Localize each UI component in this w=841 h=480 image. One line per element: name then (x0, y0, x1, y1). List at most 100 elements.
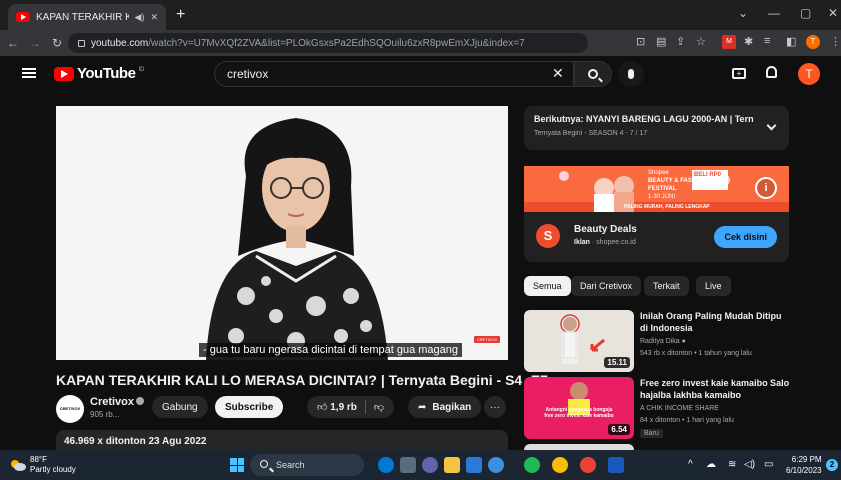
video-thumbnail[interactable]: Antangni gangsaba bongsja free zero inve… (524, 377, 634, 439)
minimize-button[interactable]: — (768, 6, 780, 20)
subscribe-button[interactable]: Subscribe (215, 396, 284, 418)
restore-button[interactable]: ▢ (800, 6, 811, 20)
join-button[interactable]: Gabung (152, 396, 208, 418)
browser-profile-avatar[interactable]: T (806, 35, 820, 49)
clear-search-icon[interactable]: ✕ (552, 65, 564, 82)
weather-temperature[interactable]: 88°F (30, 455, 47, 464)
recommended-video[interactable]: 15.11 Inilah Orang Paling Mudah Ditipu d… (524, 310, 814, 374)
share-icon: ➦ (418, 401, 427, 413)
recommended-channel: A CHIK INCOME SHARE (640, 405, 719, 412)
new-badge: Baru (640, 429, 663, 438)
recommended-title[interactable]: Free zero invest kaie kamaibo Salo hajal… (640, 377, 790, 401)
channel-name[interactable]: Cretivox (90, 396, 145, 408)
bookmark-star-icon[interactable]: ☆ (696, 35, 706, 48)
chrome-profile-icon[interactable] (580, 457, 596, 473)
subscribe-label: Subscribe (225, 401, 274, 413)
chip-live[interactable]: Live (696, 276, 731, 296)
up-next-title: Berikutnya: NYANYI BARENG LAGU 2000-AN |… (534, 114, 754, 124)
dislike-icon[interactable]: 👎︎ (374, 401, 384, 413)
browser-menu-icon[interactable]: ⋮ (830, 35, 841, 48)
file-explorer-icon[interactable] (444, 457, 460, 473)
search-input[interactable]: cretivox (214, 61, 574, 87)
media-queue-icon[interactable]: ≡ (764, 35, 770, 47)
channel-avatar[interactable]: CRETIVOX (56, 395, 84, 423)
recommended-channel-name: Raditya Dika (640, 338, 680, 345)
tray-chevron-icon[interactable]: ^ (688, 459, 693, 470)
url-input[interactable]: youtube.com/watch?v=U7MvXQf2ZVA&list=PLO… (68, 33, 588, 53)
weather-description[interactable]: Partly cloudy (30, 465, 76, 474)
more-actions-button[interactable]: ··· (484, 396, 506, 418)
edge-icon[interactable] (488, 457, 504, 473)
mail-icon[interactable] (466, 457, 482, 473)
like-dislike-group: 👍︎ 1,9 rb 👎︎ (307, 396, 395, 418)
youtube-logo[interactable]: YouTube ID (54, 65, 144, 82)
chrome-icon[interactable] (552, 457, 568, 473)
lock-icon (78, 39, 85, 47)
task-view-icon[interactable] (400, 457, 416, 473)
ad-banner-headline: BEAUTY & FASHION (648, 178, 707, 184)
browser-tab[interactable]: KAPAN TERAKHIR KALI LO M ◀) ✕ (8, 4, 166, 30)
chip-related[interactable]: Terkait (644, 276, 689, 296)
ad-card[interactable]: S Beauty Deals Iklan · shopee.co.id Cek … (524, 212, 789, 262)
create-video-icon[interactable]: + (732, 68, 746, 79)
subscriber-count: 905 rb... (90, 410, 120, 419)
recommended-video[interactable]: Antangni gangsaba bongsja free zero inve… (524, 377, 814, 441)
hamburger-menu-icon[interactable] (22, 68, 36, 78)
word-icon[interactable] (608, 457, 624, 473)
clock-date: 6/10/2023 (786, 466, 822, 475)
notification-badge[interactable]: 2 (826, 459, 838, 471)
battery-icon[interactable]: ▭ (764, 459, 773, 470)
chip-from-channel[interactable]: Dari Cretivox (571, 276, 642, 296)
new-tab-button[interactable]: + (176, 6, 185, 24)
google-lens-icon[interactable]: ⊡ (636, 35, 645, 48)
join-label: Gabung (162, 401, 198, 413)
microphone-icon (628, 69, 634, 79)
spotify-icon[interactable] (524, 457, 540, 473)
speaker-icon[interactable]: ◀) (135, 12, 145, 23)
verified-icon (136, 397, 145, 405)
search-button[interactable] (574, 61, 612, 87)
reload-button[interactable]: ↻ (48, 36, 66, 50)
chevron-down-icon[interactable] (766, 120, 777, 131)
close-tab-icon[interactable]: ✕ (150, 12, 158, 23)
video-player[interactable]: - gua tu baru ngerasa dicintai di tempat… (56, 106, 508, 360)
side-panel-icon[interactable]: ◧ (786, 35, 796, 48)
forward-button[interactable]: → (26, 36, 44, 50)
extension-icon[interactable]: M (722, 35, 736, 49)
ad-banner[interactable]: Shopee BEAUTY & FASHION FESTIVAL 1-30 JU… (524, 166, 789, 212)
taskbar-search[interactable]: Search (250, 454, 364, 476)
wifi-icon[interactable]: ≋ (728, 459, 736, 470)
voice-search-button[interactable] (618, 61, 644, 87)
tab-search-chevron-icon[interactable]: ⌄ (738, 6, 748, 20)
teams-icon[interactable] (422, 457, 438, 473)
url-path: /watch?v=U7MvXQf2ZVA&list=PLOkGsxsPa2Edh… (148, 37, 525, 49)
ad-cta-button[interactable]: Cek disini (714, 226, 777, 248)
translate-icon[interactable]: ▤ (656, 35, 666, 48)
logo-country: ID (138, 66, 145, 73)
volume-icon[interactable]: ◁) (744, 459, 755, 470)
info-icon[interactable]: i (755, 177, 777, 199)
share-page-icon[interactable]: ⇪ (676, 35, 685, 48)
ad-site: · shopee.co.id (591, 239, 636, 246)
video-thumbnail[interactable]: 15.11 (524, 310, 634, 372)
close-window-button[interactable]: ✕ (828, 6, 838, 20)
ad-banner-tag: BELI RP0 (694, 172, 722, 178)
extensions-puzzle-icon[interactable]: ✱ (744, 35, 753, 48)
description-box[interactable]: 46.969 x ditonton 23 Agu 2022 (56, 430, 508, 450)
windows-start-icon[interactable] (230, 458, 244, 472)
notifications-bell-icon[interactable] (766, 66, 777, 78)
recommended-title[interactable]: Inilah Orang Paling Mudah Ditipu di Indo… (640, 310, 790, 334)
copilot-icon[interactable] (378, 457, 394, 473)
up-next-card[interactable]: Berikutnya: NYANYI BARENG LAGU 2000-AN |… (524, 106, 789, 150)
ad-banner-date: 1-30 JUNI (648, 194, 676, 200)
logo-text: YouTube (77, 65, 136, 82)
address-bar-row: ← → ↻ youtube.com/watch?v=U7MvXQf2ZVA&li… (0, 30, 841, 56)
share-button[interactable]: ➦ Bagikan (408, 396, 482, 418)
playlist-position: Ternyata Begini - SEASON 4 - 7 / 17 (534, 130, 648, 137)
onedrive-icon[interactable]: ☁ (706, 459, 716, 470)
like-button[interactable]: 👍︎ 1,9 rb (317, 401, 357, 413)
taskbar-clock[interactable]: 6:29 PM 6/10/2023 (786, 454, 822, 476)
chip-all[interactable]: Semua (524, 276, 571, 296)
user-avatar[interactable]: T (798, 63, 820, 85)
back-button[interactable]: ← (4, 36, 22, 50)
